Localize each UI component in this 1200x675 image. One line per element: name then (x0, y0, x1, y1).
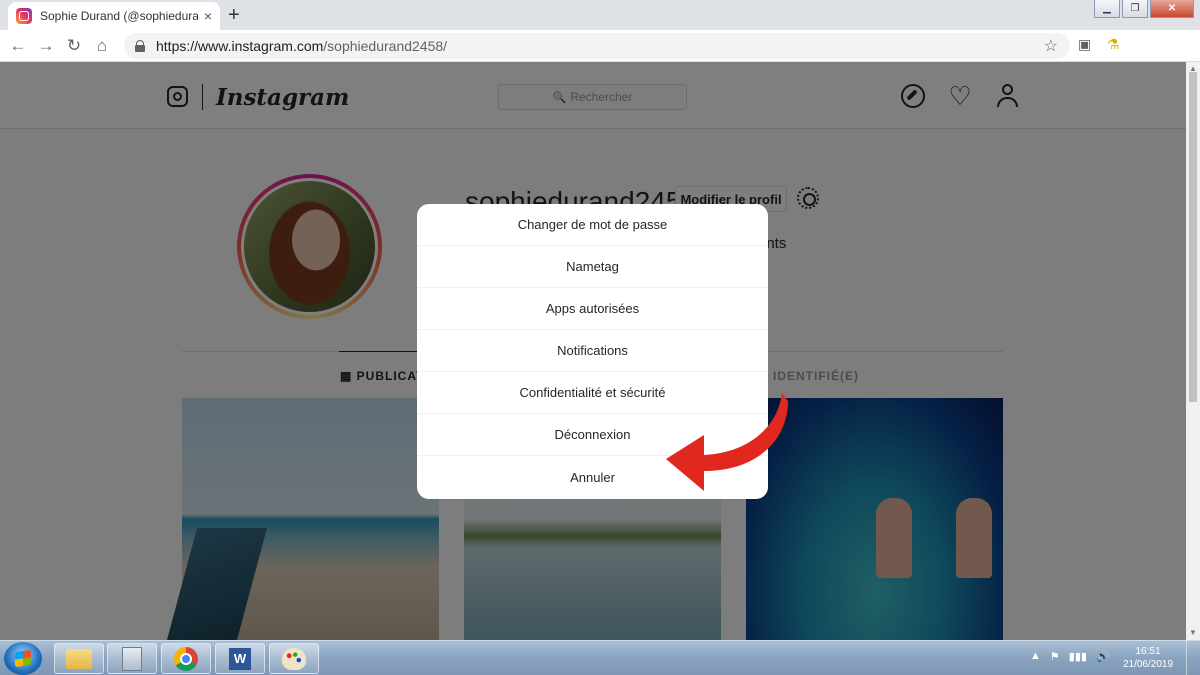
show-hidden-icons-icon[interactable]: ▲ (1030, 650, 1041, 663)
menu-item-authorized-apps[interactable]: Apps autorisées (417, 288, 768, 330)
reload-icon[interactable]: ↻ (60, 36, 88, 56)
home-icon[interactable]: ⌂ (88, 36, 116, 56)
chrome-taskbar-button[interactable] (161, 643, 211, 674)
browser-toolbar: ← → ↻ ⌂ https://www.instagram.com/sophie… (0, 30, 1200, 86)
word-icon: W (229, 647, 251, 670)
action-center-icon[interactable]: ⚑ (1050, 650, 1060, 663)
clock-time: 16:51 (1135, 646, 1161, 657)
new-tab-button[interactable]: + (228, 4, 240, 27)
network-signal-icon[interactable]: ▮▮▮ (1069, 650, 1087, 663)
browser-tab-strip: Sophie Durand (@sophiedurand... × + ▁ ❐ … (0, 0, 1200, 30)
window-controls: ▁ ❐ ✕ (1094, 0, 1194, 18)
windows-taskbar: W ▲ ⚑ ▮▮▮ 🔊 16:51 21/06/2019 (0, 640, 1200, 675)
menu-item-nametag[interactable]: Nametag (417, 246, 768, 288)
close-window-button[interactable]: ✕ (1150, 0, 1194, 18)
minimize-button[interactable]: ▁ (1094, 0, 1120, 18)
menu-item-notifications[interactable]: Notifications (417, 330, 768, 372)
system-tray: ▲ ⚑ ▮▮▮ 🔊 (1030, 650, 1110, 663)
scroll-down-icon[interactable]: ▼ (1189, 628, 1197, 637)
calculator-taskbar-button[interactable] (107, 643, 157, 674)
paint-palette-icon (282, 647, 306, 670)
bookmark-star-icon[interactable]: ☆ (1044, 36, 1058, 56)
extension-cast-icon[interactable]: ▣ (1078, 36, 1091, 53)
instagram-favicon-icon (16, 8, 32, 24)
restore-button[interactable]: ❐ (1122, 0, 1148, 18)
chrome-icon (174, 646, 198, 671)
calculator-icon (122, 646, 142, 671)
page-scrollbar[interactable]: ▲ ▼ (1186, 62, 1200, 640)
close-tab-icon[interactable]: × (204, 8, 212, 24)
volume-icon[interactable]: 🔊 (1096, 650, 1110, 663)
address-bar[interactable]: https://www.instagram.com/sophiedurand24… (124, 33, 1070, 59)
browser-tab[interactable]: Sophie Durand (@sophiedurand... × (8, 2, 220, 30)
folder-icon (66, 648, 92, 669)
system-clock[interactable]: 16:51 21/06/2019 (1120, 645, 1176, 671)
menu-item-change-password[interactable]: Changer de mot de passe (417, 204, 768, 246)
url-host: https://www.instagram.com (156, 38, 324, 54)
clock-date: 21/06/2019 (1122, 659, 1174, 670)
forward-arrow-icon[interactable]: → (32, 36, 60, 56)
scroll-thumb[interactable] (1189, 72, 1197, 402)
instagram-page: Instagram 🔍 Rechercher ♡ sophiedurand245… (0, 62, 1186, 640)
back-arrow-icon[interactable]: ← (4, 36, 32, 56)
explorer-taskbar-button[interactable] (54, 643, 104, 674)
word-taskbar-button[interactable]: W (215, 643, 265, 674)
tab-title: Sophie Durand (@sophiedurand... (40, 9, 198, 23)
paint-taskbar-button[interactable] (269, 643, 319, 674)
lock-icon (134, 40, 146, 52)
start-button[interactable] (4, 642, 42, 675)
extension-flask-icon[interactable]: ⚗ (1107, 36, 1120, 53)
red-pointer-arrow-icon (666, 393, 788, 491)
url-path: /sophiedurand2458/ (323, 38, 448, 54)
show-desktop-button[interactable] (1186, 641, 1200, 675)
